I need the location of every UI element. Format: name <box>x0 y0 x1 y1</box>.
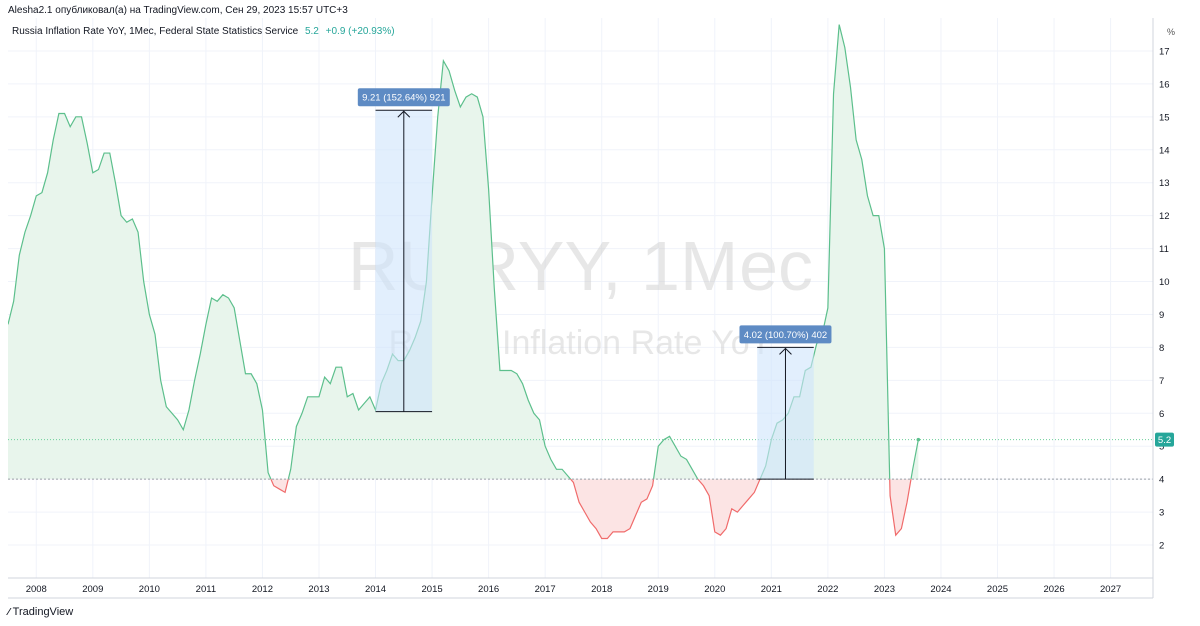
x-tick-label: 2017 <box>535 584 556 595</box>
legend-value: 5.2 <box>304 26 319 37</box>
y-tick-label: 4 <box>1159 475 1164 486</box>
x-tick-label: 2011 <box>196 584 216 595</box>
x-tick-label: 2008 <box>26 584 47 595</box>
y-tick-label: 14 <box>1159 145 1170 156</box>
y-tick-label: 12 <box>1159 211 1170 222</box>
x-tick-label: 2027 <box>1100 584 1121 595</box>
y-tick-label: 13 <box>1159 178 1170 189</box>
footer: ⁄ TradingView <box>8 606 73 618</box>
x-tick-label: 2016 <box>478 584 499 595</box>
y-tick-label: 16 <box>1159 79 1170 90</box>
y-tick-label: 15 <box>1159 112 1170 123</box>
x-tick-label: 2014 <box>365 584 386 595</box>
x-tick-label: 2018 <box>591 584 612 595</box>
x-tick-label: 2020 <box>704 584 725 595</box>
last-point <box>916 437 921 442</box>
footer-brand: TradingView <box>12 606 74 618</box>
x-tick-label: 2013 <box>308 584 329 595</box>
y-tick-label: 2 <box>1159 541 1164 552</box>
x-tick-label: 2024 <box>930 584 951 595</box>
y-tick-label: 10 <box>1159 277 1170 288</box>
x-tick-label: 2023 <box>874 584 895 595</box>
percent-label: % <box>1166 27 1175 37</box>
y-tick-label: 17 <box>1159 46 1170 57</box>
x-tick-label: 2009 <box>82 584 103 595</box>
last-value-badge-text: 5.2 <box>1158 435 1171 446</box>
y-tick-label: 6 <box>1159 409 1164 420</box>
x-tick-label: 2019 <box>648 584 669 595</box>
legend-change: +0.9 (+20.93%) <box>325 26 395 37</box>
y-tick-label: 7 <box>1159 376 1164 387</box>
x-tick-label: 2021 <box>761 584 782 595</box>
chart-legend[interactable]: Russia Inflation Rate YoY, 1Мес, Federal… <box>12 26 395 37</box>
y-tick-label: 9 <box>1159 310 1164 321</box>
legend-title: Russia Inflation Rate YoY, 1Мес, Federal… <box>12 26 299 37</box>
y-tick-label: 11 <box>1159 244 1169 255</box>
measure-label-text: 4.02 (100.70%) 402 <box>744 330 827 341</box>
tradingview-logo-icon: ⁄ <box>8 606 9 618</box>
measure-label-text: 9.21 (152.64%) 921 <box>362 93 445 104</box>
x-tick-label: 2025 <box>987 584 1008 595</box>
y-tick-label: 3 <box>1159 508 1164 519</box>
x-tick-label: 2012 <box>252 584 273 595</box>
chart-svg[interactable]: RUIRYY, 1МесRussia Inflation Rate YoY9.2… <box>0 0 1200 626</box>
x-tick-label: 2026 <box>1043 584 1064 595</box>
x-tick-label: 2015 <box>422 584 443 595</box>
y-tick-label: 8 <box>1159 343 1164 354</box>
percent-scale-button[interactable]: % <box>1156 22 1186 42</box>
x-tick-label: 2022 <box>817 584 838 595</box>
x-tick-label: 2010 <box>139 584 160 595</box>
